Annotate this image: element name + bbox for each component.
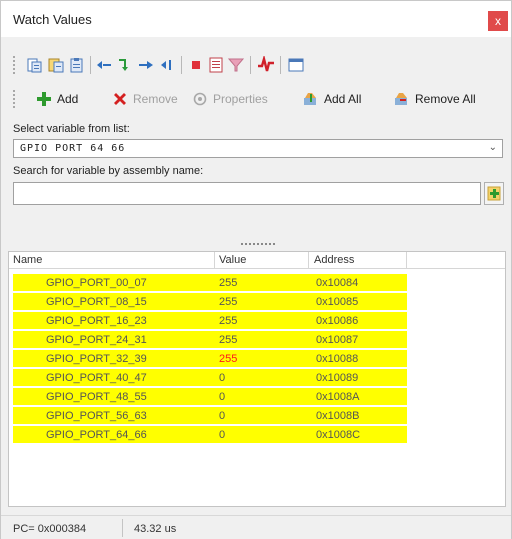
remove-all-icon — [395, 93, 407, 105]
add-button[interactable]: Add — [36, 89, 78, 109]
table-body: GPIO_PORT_00_07 255 0x10084 GPIO_PORT_08… — [9, 274, 505, 445]
remove-label: Remove — [133, 92, 178, 106]
table-row[interactable]: GPIO_PORT_40_47 0 0x10089 — [13, 369, 407, 388]
row-name: GPIO_PORT_00_07 — [46, 277, 147, 289]
column-header-address[interactable]: Address — [314, 254, 354, 266]
table-row[interactable]: GPIO_PORT_32_39 255 0x10088 — [13, 350, 407, 369]
icon-toolbar — [1, 53, 511, 77]
copy-icon[interactable] — [26, 56, 44, 74]
remove-all-button[interactable]: Remove All — [394, 89, 476, 109]
add-all-button[interactable]: Add All — [303, 89, 361, 109]
table-row[interactable]: GPIO_PORT_64_66 0 0x1008C — [13, 426, 407, 445]
status-bar: PC= 0x000384 43.32 us — [1, 515, 511, 539]
row-address: 0x10087 — [316, 334, 359, 346]
add-all-icon — [304, 93, 316, 105]
program-counter: PC= 0x000384 — [13, 523, 87, 535]
row-value: 0 — [219, 372, 226, 384]
stop-icon[interactable] — [187, 56, 205, 74]
toolbar-separator — [90, 56, 91, 74]
row-name: GPIO_PORT_24_31 — [46, 334, 147, 346]
search-variable-label: Search for variable by assembly name: — [13, 165, 204, 177]
row-address: 0x1008A — [316, 391, 360, 403]
row-address: 0x10084 — [316, 277, 359, 289]
column-header-name[interactable]: Name — [13, 254, 42, 266]
table-row[interactable]: GPIO_PORT_56_63 0 0x1008B — [13, 407, 407, 426]
row-address: 0x10088 — [316, 353, 359, 365]
step-into-icon[interactable] — [116, 56, 134, 74]
row-address: 0x10085 — [316, 296, 359, 308]
toolbar-separator — [250, 56, 251, 74]
toolbar-separator — [280, 56, 281, 74]
row-name: GPIO_PORT_48_55 — [46, 391, 147, 403]
status-divider — [122, 519, 123, 537]
row-value: 255 — [219, 277, 238, 289]
row-value: 255 — [219, 334, 238, 346]
clipboard-icon[interactable] — [68, 56, 86, 74]
column-divider[interactable] — [406, 252, 407, 269]
table-row[interactable]: GPIO_PORT_16_23 255 0x10086 — [13, 312, 407, 331]
row-name: GPIO_PORT_64_66 — [46, 429, 147, 441]
elapsed-time: 43.32 us — [134, 523, 177, 535]
remove-all-label: Remove All — [415, 92, 476, 106]
waveform-icon[interactable] — [257, 56, 275, 74]
table-row[interactable]: GPIO_PORT_00_07 255 0x10084 — [13, 274, 407, 293]
column-divider[interactable] — [308, 252, 309, 269]
remove-icon — [114, 93, 126, 105]
add-label: Add — [57, 92, 79, 106]
row-name: GPIO_PORT_40_47 — [46, 372, 147, 384]
window-icon[interactable] — [287, 56, 305, 74]
panel-splitter[interactable] — [241, 243, 275, 247]
table-row[interactable]: GPIO_PORT_24_31 255 0x10087 — [13, 331, 407, 350]
row-value: 255 — [219, 315, 238, 327]
paste-icon[interactable] — [47, 56, 65, 74]
assembly-name-search-input[interactable] — [13, 182, 481, 205]
select-variable-label: Select variable from list: — [13, 123, 130, 135]
column-header-value[interactable]: Value — [219, 254, 246, 266]
column-divider[interactable] — [214, 252, 215, 269]
add-variable-icon — [487, 186, 501, 201]
row-address: 0x10089 — [316, 372, 359, 384]
table-header: Name Value Address — [9, 252, 505, 269]
row-name: GPIO_PORT_56_63 — [46, 410, 147, 422]
table-row[interactable]: GPIO_PORT_48_55 0 0x1008A — [13, 388, 407, 407]
watch-values-window: Watch Values x Add Remove Properties Add… — [0, 0, 512, 539]
row-name: GPIO_PORT_16_23 — [46, 315, 147, 327]
properties-label: Properties — [213, 92, 268, 106]
list-icon[interactable] — [207, 56, 225, 74]
title-bar[interactable]: Watch Values x — [1, 1, 511, 37]
row-address: 0x1008B — [316, 410, 360, 422]
properties-icon — [193, 92, 207, 106]
close-button[interactable]: x — [488, 11, 508, 31]
chevron-down-icon[interactable]: ⌄ — [489, 142, 497, 153]
row-value-changed: 255 — [219, 353, 238, 365]
close-icon: x — [495, 14, 501, 28]
watch-values-table[interactable]: Name Value Address GPIO_PORT_00_07 255 0… — [8, 251, 506, 507]
watch-toolbar: Add Remove Properties Add All Remove All — [1, 85, 511, 113]
row-value: 0 — [219, 410, 226, 422]
add-icon — [37, 92, 51, 106]
row-value: 0 — [219, 429, 226, 441]
variable-select[interactable]: GPIO PORT 64 66 ⌄ — [13, 139, 503, 158]
window-title: Watch Values — [13, 12, 92, 27]
row-value: 255 — [219, 296, 238, 308]
toolbar-grip[interactable] — [13, 90, 17, 108]
row-name: GPIO_PORT_08_15 — [46, 296, 147, 308]
row-name: GPIO_PORT_32_39 — [46, 353, 147, 365]
row-address: 0x10086 — [316, 315, 359, 327]
filter-icon[interactable] — [227, 56, 245, 74]
add-all-label: Add All — [324, 92, 362, 106]
toolbar-separator — [181, 56, 182, 74]
step-out-icon[interactable] — [158, 56, 176, 74]
row-value: 0 — [219, 391, 226, 403]
step-back-icon[interactable] — [95, 56, 113, 74]
remove-button[interactable]: Remove — [112, 89, 178, 109]
table-row[interactable]: GPIO_PORT_08_15 255 0x10085 — [13, 293, 407, 312]
toolbar-grip[interactable] — [13, 56, 17, 74]
properties-button[interactable]: Properties — [192, 89, 268, 109]
row-address: 0x1008C — [316, 429, 361, 441]
variable-select-value: GPIO PORT 64 66 — [20, 143, 126, 154]
add-search-result-button[interactable] — [484, 182, 504, 205]
step-over-icon[interactable] — [137, 56, 155, 74]
